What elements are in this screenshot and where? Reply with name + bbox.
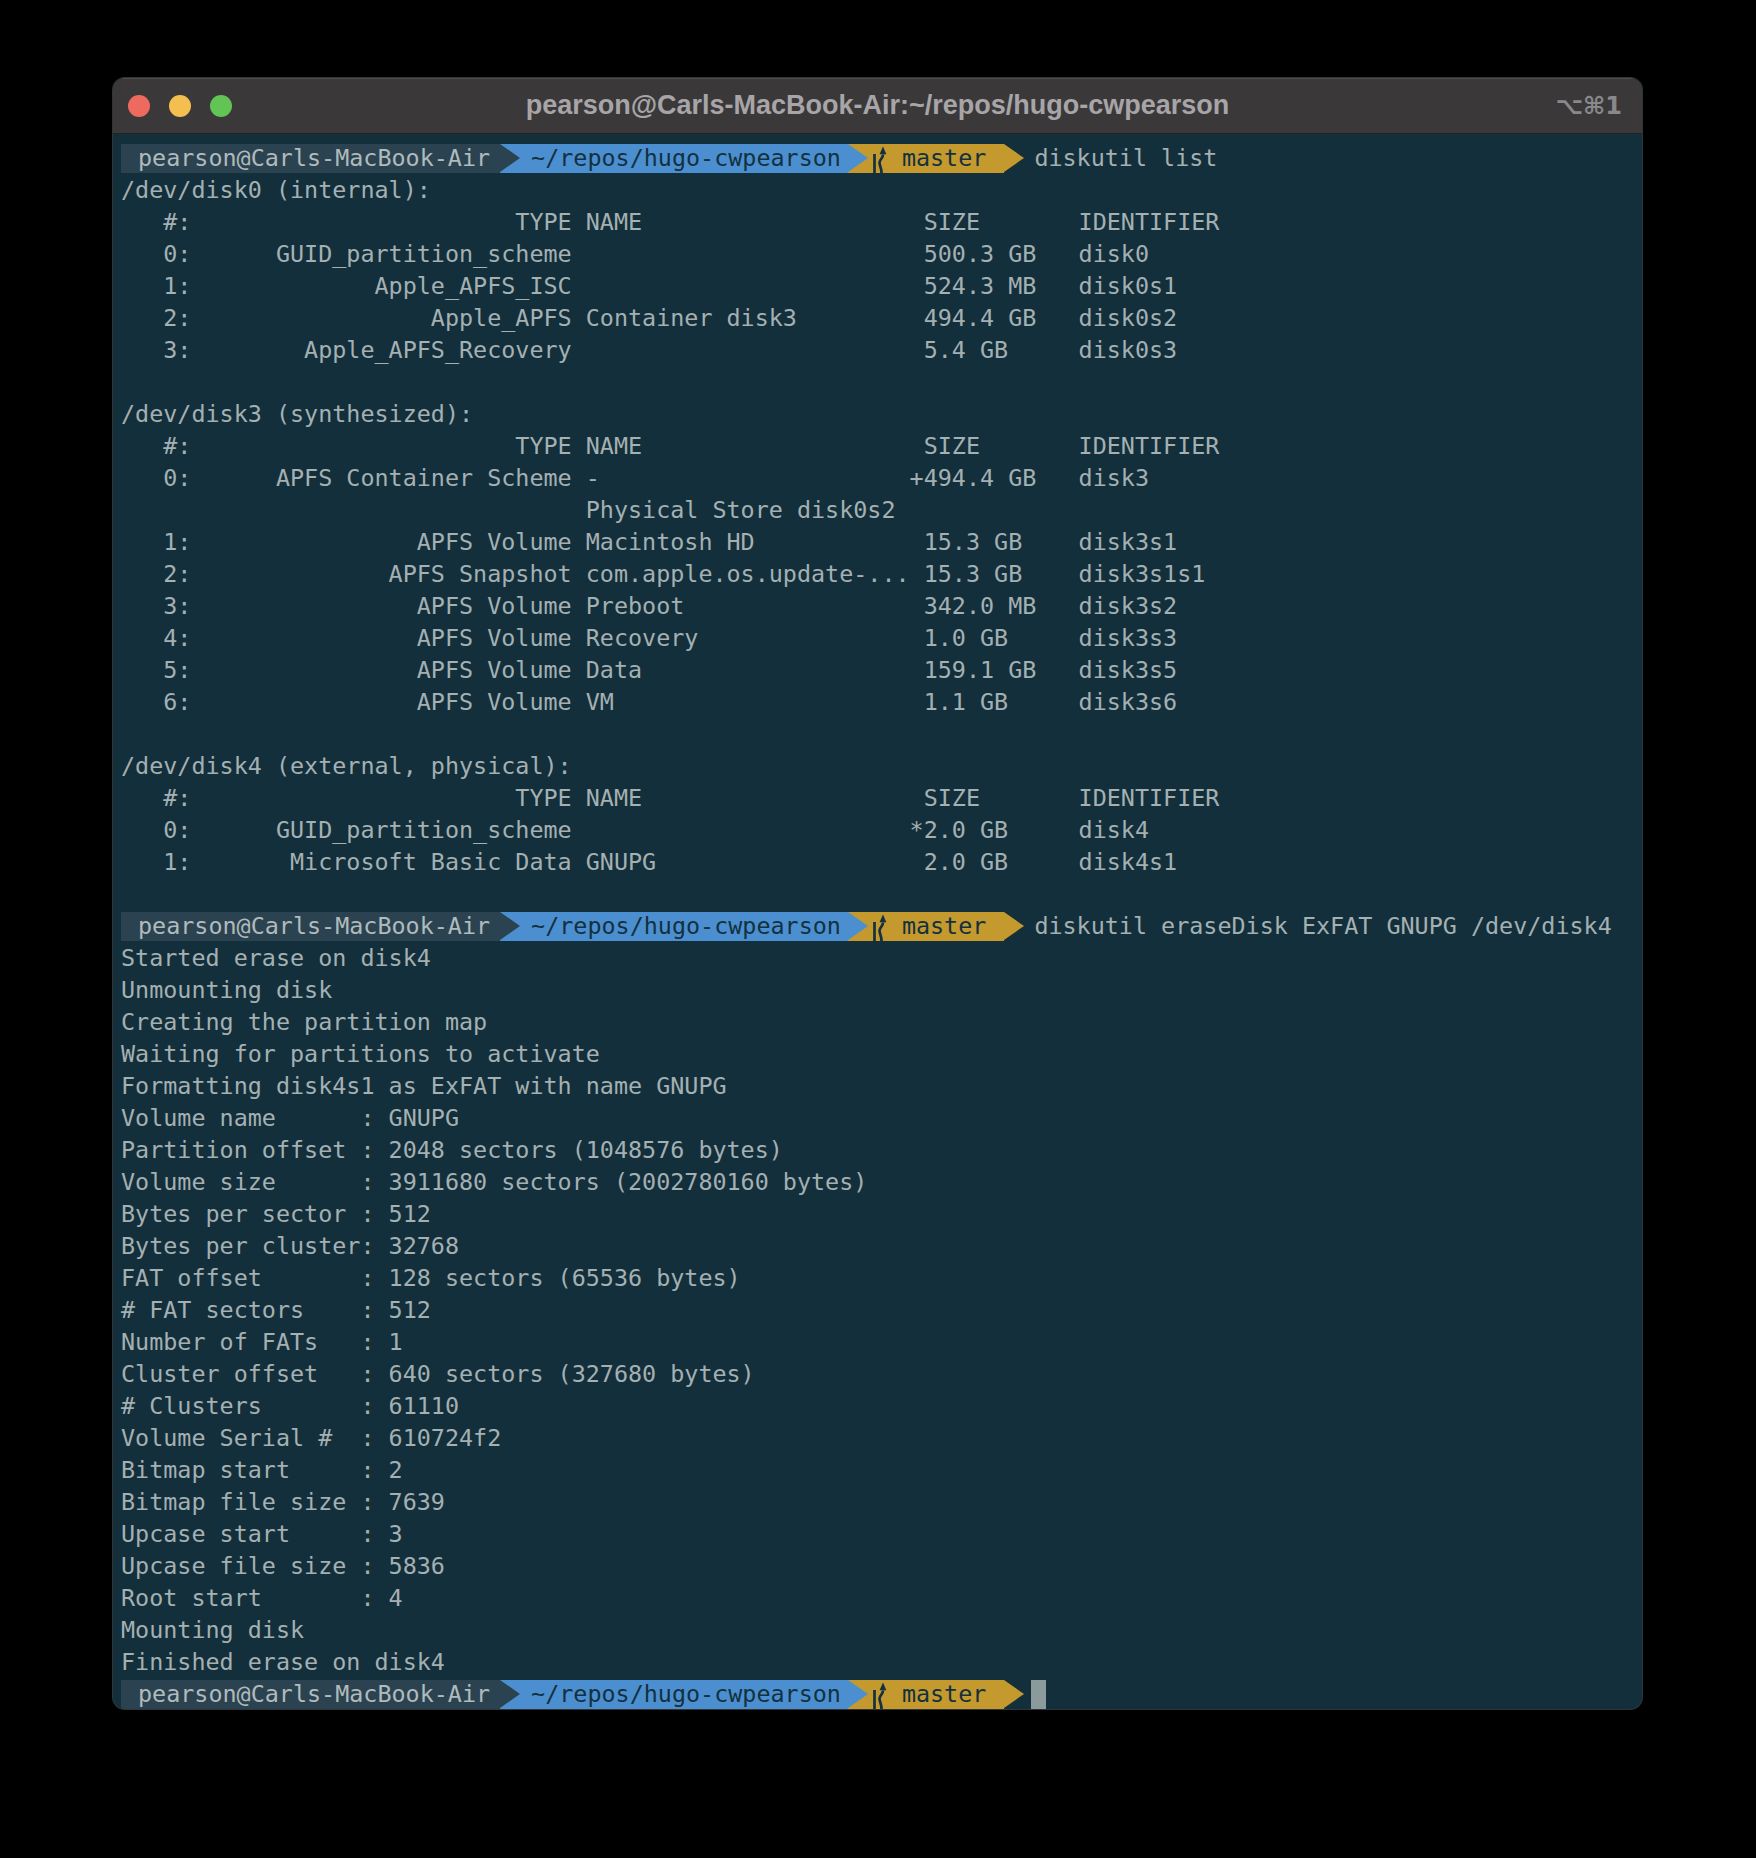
terminal-line: Volume Serial # : 610724f2 [121,1422,1642,1454]
terminal-line [121,878,1642,910]
prompt-line: pearson@Carls-MacBook-Air~/repos/hugo-cw… [121,1678,1642,1709]
terminal-line: 0: GUID_partition_scheme 500.3 GB disk0 [121,238,1642,270]
prompt-user-host: pearson@Carls-MacBook-Air [121,1680,500,1709]
git-branch-icon [870,912,888,941]
command-text[interactable]: diskutil list [1034,142,1217,174]
git-branch-icon [870,1680,888,1709]
terminal-line: #: TYPE NAME SIZE IDENTIFIER [121,206,1642,238]
terminal-line [121,366,1642,398]
prompt-arrow-icon [1004,1680,1024,1708]
prompt-cwd: ~/repos/hugo-cwpearson [500,912,848,941]
prompt-arrow-icon [1004,144,1024,172]
terminal-line: 1: Microsoft Basic Data GNUPG 2.0 GB dis… [121,846,1642,878]
terminal-line: Finished erase on disk4 [121,1646,1642,1678]
terminal-line: Unmounting disk [121,974,1642,1006]
terminal-cursor [1031,1680,1046,1709]
terminal-line: Mounting disk [121,1614,1642,1646]
terminal-line: Waiting for partitions to activate [121,1038,1642,1070]
terminal-line: 4: APFS Volume Recovery 1.0 GB disk3s3 [121,622,1642,654]
terminal-line: FAT offset : 128 sectors (65536 bytes) [121,1262,1642,1294]
terminal-line: 3: Apple_APFS_Recovery 5.4 GB disk0s3 [121,334,1642,366]
prompt-git-branch: master [848,1680,1005,1709]
terminal-line: Upcase start : 3 [121,1518,1642,1550]
terminal-line: Started erase on disk4 [121,942,1642,974]
prompt-user-host: pearson@Carls-MacBook-Air [121,912,500,941]
git-branch-icon [870,144,888,173]
terminal-line: Creating the partition map [121,1006,1642,1038]
terminal-line: 5: APFS Volume Data 159.1 GB disk3s5 [121,654,1642,686]
window-title: pearson@Carls-MacBook-Air:~/repos/hugo-c… [113,90,1642,121]
terminal-line: Bytes per sector : 512 [121,1198,1642,1230]
terminal-line: Bitmap start : 2 [121,1454,1642,1486]
prompt-git-branch: master [848,912,1005,941]
terminal-line: Formatting disk4s1 as ExFAT with name GN… [121,1070,1642,1102]
command-text[interactable]: diskutil eraseDisk ExFAT GNUPG /dev/disk… [1034,910,1611,942]
terminal-line: # FAT sectors : 512 [121,1294,1642,1326]
terminal-line: Number of FATs : 1 [121,1326,1642,1358]
prompt-line: pearson@Carls-MacBook-Air~/repos/hugo-cw… [121,142,1642,174]
prompt-cwd: ~/repos/hugo-cwpearson [500,1680,848,1709]
terminal-line: Cluster offset : 640 sectors (327680 byt… [121,1358,1642,1390]
titlebar[interactable]: pearson@Carls-MacBook-Air:~/repos/hugo-c… [113,78,1642,134]
git-branch-label: master [902,910,987,942]
terminal-line: /dev/disk3 (synthesized): [121,398,1642,430]
terminal-line: Partition offset : 2048 sectors (1048576… [121,1134,1642,1166]
terminal-line: 1: Apple_APFS_ISC 524.3 MB disk0s1 [121,270,1642,302]
terminal-line: Upcase file size : 5836 [121,1550,1642,1582]
terminal-line: 1: APFS Volume Macintosh HD 15.3 GB disk… [121,526,1642,558]
git-branch-label: master [902,1678,987,1709]
terminal-line: 2: APFS Snapshot com.apple.os.update-...… [121,558,1642,590]
terminal-line: 2: Apple_APFS Container disk3 494.4 GB d… [121,302,1642,334]
terminal-line: Bitmap file size : 7639 [121,1486,1642,1518]
terminal-line: 3: APFS Volume Preboot 342.0 MB disk3s2 [121,590,1642,622]
terminal-line: Volume name : GNUPG [121,1102,1642,1134]
terminal-line: #: TYPE NAME SIZE IDENTIFIER [121,430,1642,462]
prompt-cwd: ~/repos/hugo-cwpearson [500,144,848,173]
terminal-line: /dev/disk4 (external, physical): [121,750,1642,782]
terminal-line: Bytes per cluster: 32768 [121,1230,1642,1262]
terminal-line: Root start : 4 [121,1582,1642,1614]
terminal-line: 6: APFS Volume VM 1.1 GB disk3s6 [121,686,1642,718]
window-shortcut-badge: ⌥⌘1 [1555,92,1622,120]
terminal-line: #: TYPE NAME SIZE IDENTIFIER [121,782,1642,814]
terminal-line: Physical Store disk0s2 [121,494,1642,526]
git-branch-label: master [902,142,987,174]
terminal-content[interactable]: pearson@Carls-MacBook-Air~/repos/hugo-cw… [113,134,1642,1709]
prompt-user-host: pearson@Carls-MacBook-Air [121,144,500,173]
terminal-line: Volume size : 3911680 sectors (200278016… [121,1166,1642,1198]
prompt-git-branch: master [848,144,1005,173]
terminal-line: 0: GUID_partition_scheme *2.0 GB disk4 [121,814,1642,846]
prompt-arrow-icon [1004,912,1024,940]
terminal-line: 0: APFS Container Scheme - +494.4 GB dis… [121,462,1642,494]
prompt-line: pearson@Carls-MacBook-Air~/repos/hugo-cw… [121,910,1642,942]
terminal-line: /dev/disk0 (internal): [121,174,1642,206]
terminal-line [121,718,1642,750]
terminal-window: pearson@Carls-MacBook-Air:~/repos/hugo-c… [113,78,1642,1709]
terminal-line: # Clusters : 61110 [121,1390,1642,1422]
